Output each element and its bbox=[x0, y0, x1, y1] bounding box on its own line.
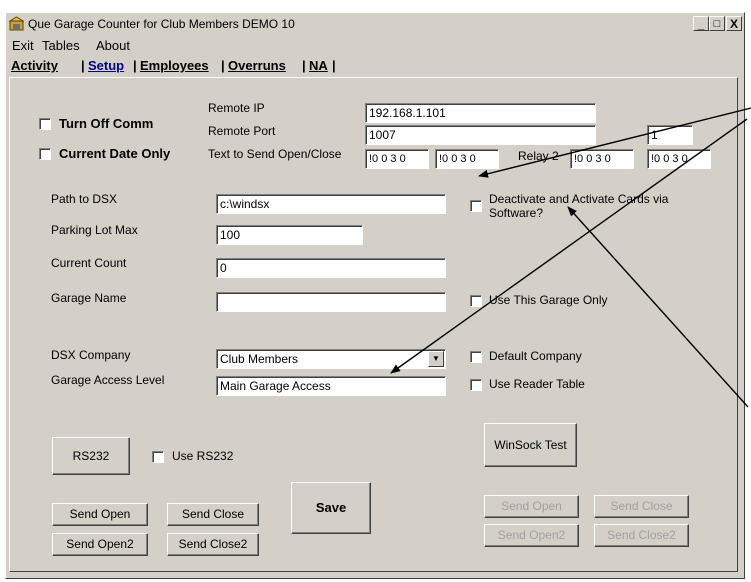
text-to-send-label: Text to Send Open/Close bbox=[208, 147, 342, 161]
app-window: Que Garage Counter for Club Members DEMO… bbox=[5, 12, 745, 579]
menu-tables[interactable]: Tables bbox=[42, 38, 80, 53]
default-company-label: Default Company bbox=[489, 349, 582, 363]
close-button[interactable]: X bbox=[726, 16, 742, 31]
send-close-button[interactable]: Send Close bbox=[167, 503, 259, 526]
use-reader-table-label: Use Reader Table bbox=[489, 377, 585, 391]
use-this-garage-label: Use This Garage Only bbox=[489, 293, 608, 307]
garage-name-input[interactable] bbox=[216, 292, 446, 312]
garage-access-level-label: Garage Access Level bbox=[51, 373, 165, 387]
send-open-button[interactable]: Send Open bbox=[52, 503, 148, 526]
turn-off-comm-checkbox[interactable] bbox=[39, 118, 51, 130]
use-reader-table-checkbox[interactable] bbox=[470, 379, 482, 391]
title-bar[interactable]: Que Garage Counter for Club Members DEMO… bbox=[6, 13, 744, 35]
dsx-company-select[interactable]: Club Members bbox=[216, 349, 446, 369]
tab-separator: | bbox=[332, 58, 336, 73]
send-close-text-input[interactable]: !0 0 3 0 bbox=[435, 149, 499, 169]
send-open2-button[interactable]: Send Open2 bbox=[52, 533, 148, 556]
winsock-test-button[interactable]: WinSock Test bbox=[484, 423, 577, 467]
menu-about[interactable]: About bbox=[96, 38, 130, 53]
deactivate-cards-label: Deactivate and Activate Cards via Softwa… bbox=[489, 192, 668, 220]
ws-send-close2-button[interactable]: Send Close2 bbox=[594, 524, 689, 547]
remote-port-label: Remote Port bbox=[208, 124, 276, 138]
ws-send-close-button[interactable]: Send Close bbox=[594, 495, 689, 518]
tab-separator: | bbox=[221, 58, 225, 73]
use-rs232-checkbox[interactable] bbox=[152, 451, 164, 463]
chevron-down-icon[interactable]: ▼ bbox=[428, 351, 444, 367]
deactivate-cards-label-line2: Software? bbox=[489, 206, 544, 220]
ws-send-open-button[interactable]: Send Open bbox=[484, 495, 579, 518]
tab-activity[interactable]: Activity bbox=[11, 58, 58, 73]
remote-ip-input[interactable]: 192.168.1.101 bbox=[365, 103, 596, 123]
use-this-garage-checkbox[interactable] bbox=[470, 295, 482, 307]
maximize-button[interactable]: □ bbox=[709, 16, 725, 31]
tab-separator: | bbox=[81, 58, 85, 73]
tab-na[interactable]: NA bbox=[309, 58, 328, 73]
use-rs232-label: Use RS232 bbox=[172, 449, 234, 463]
deactivate-cards-checkbox[interactable] bbox=[470, 200, 482, 212]
tab-setup[interactable]: Setup bbox=[88, 58, 124, 73]
setup-panel: Turn Off Comm Current Date Only Remote I… bbox=[9, 77, 738, 572]
tab-separator: | bbox=[302, 58, 306, 73]
default-company-checkbox[interactable] bbox=[470, 351, 482, 363]
garage-name-label: Garage Name bbox=[51, 291, 127, 305]
send-open-text-input[interactable]: !0 0 3 0 bbox=[365, 149, 429, 169]
port-extra-input[interactable]: 1 bbox=[647, 125, 693, 145]
path-to-dsx-label: Path to DSX bbox=[51, 192, 118, 206]
tab-employees[interactable]: Employees bbox=[140, 58, 209, 73]
menu-bar: Exit Tables About bbox=[6, 35, 744, 55]
turn-off-comm-label: Turn Off Comm bbox=[59, 116, 154, 131]
current-date-only-checkbox[interactable] bbox=[39, 148, 51, 160]
remote-ip-label: Remote IP bbox=[208, 101, 265, 115]
tab-overruns[interactable]: Overruns bbox=[228, 58, 286, 73]
window-title: Que Garage Counter for Club Members DEMO… bbox=[28, 17, 295, 31]
relay2-close-input[interactable]: !0 0 3 0 bbox=[647, 149, 711, 169]
tab-separator: | bbox=[133, 58, 137, 73]
relay2-label: Relay 2 bbox=[518, 149, 559, 163]
current-count-input[interactable]: 0 bbox=[216, 258, 446, 278]
ws-send-open2-button[interactable]: Send Open2 bbox=[484, 524, 579, 547]
garage-access-level-input[interactable]: Main Garage Access bbox=[216, 376, 446, 396]
relay2-open-input[interactable]: !0 0 3 0 bbox=[570, 149, 634, 169]
garage-app-icon bbox=[8, 16, 25, 31]
path-to-dsx-input[interactable]: c:\windsx bbox=[216, 194, 446, 214]
rs232-button[interactable]: RS232 bbox=[52, 437, 130, 475]
minimize-button[interactable]: _ bbox=[693, 16, 709, 31]
deactivate-cards-label-line1: Deactivate and Activate Cards via bbox=[489, 192, 669, 206]
parking-lot-max-input[interactable]: 100 bbox=[216, 225, 363, 245]
send-close2-button[interactable]: Send Close2 bbox=[167, 533, 259, 556]
current-date-only-label: Current Date Only bbox=[59, 146, 171, 161]
dsx-company-label: DSX Company bbox=[51, 348, 131, 362]
menu-exit[interactable]: Exit bbox=[12, 38, 34, 53]
remote-port-input[interactable]: 1007 bbox=[365, 125, 596, 145]
tab-bar: Activity | Setup | Employees | Overruns … bbox=[6, 55, 744, 77]
save-button[interactable]: Save bbox=[291, 482, 371, 534]
parking-lot-max-label: Parking Lot Max bbox=[51, 223, 138, 237]
current-count-label: Current Count bbox=[51, 256, 127, 270]
